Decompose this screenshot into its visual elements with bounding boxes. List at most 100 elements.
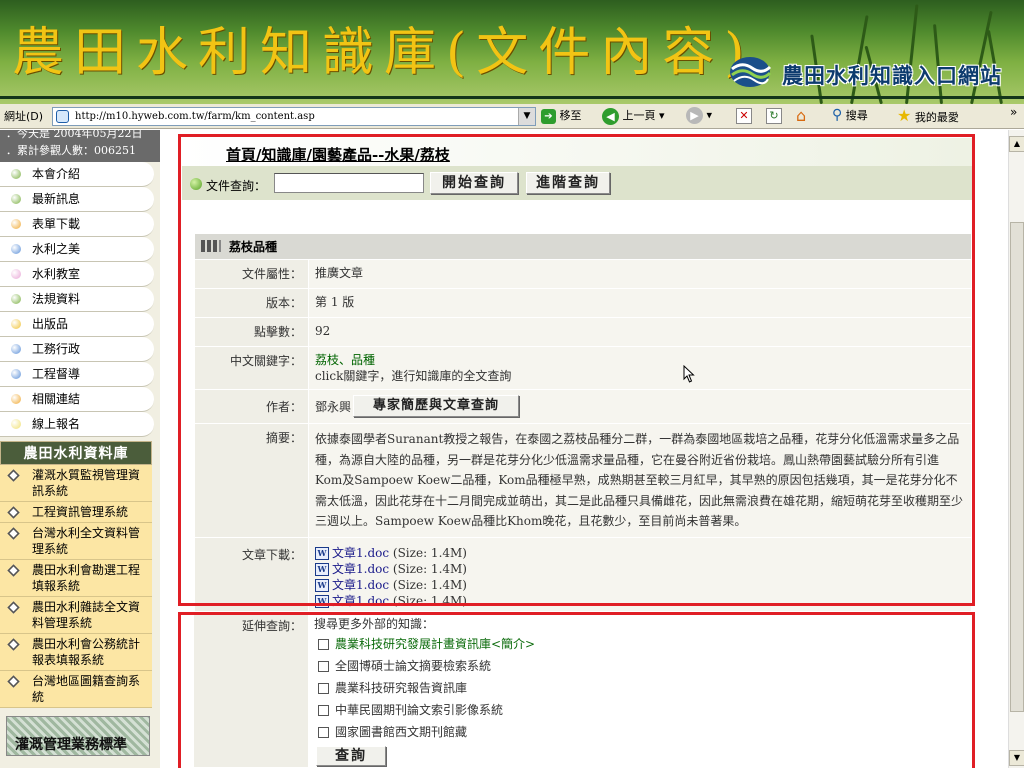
checkbox[interactable] [318,661,329,672]
url-dropdown-icon[interactable]: ▼ [518,108,535,125]
system-link-label: 台灣水利全文資料管理系統 [32,526,141,556]
expert-profile-button[interactable]: 專家簡歷與文章查詢 [353,395,519,417]
system-link-label: 工程資訊管理系統 [32,505,129,519]
download-filename[interactable]: 文章1.doc [332,594,389,608]
start-search-button[interactable]: 開始查詢 [430,172,518,194]
download-item[interactable]: W 文章1.doc (Size: 1.4M) [315,577,965,593]
system-link[interactable]: 灌溉水質監視管理資訊系統 [0,465,152,502]
refresh-icon[interactable]: ↻ [766,108,782,124]
external-source-label: 農業科技研究報告資訊庫 [335,681,468,695]
download-item[interactable]: W 文章1.doc (Size: 1.4M) [315,593,965,609]
download-item[interactable]: W 文章1.doc (Size: 1.4M) [315,561,965,577]
home-icon[interactable]: ⌂ [796,106,806,125]
checkbox[interactable] [318,705,329,716]
sidebar-nav-item[interactable]: 相關連結 [0,387,154,412]
system-link[interactable]: 台灣地區圖籍查詢系統 [0,671,152,708]
external-source-option[interactable]: 農業科技研究報告資訊庫 [314,678,966,700]
scroll-thumb[interactable] [1010,222,1024,712]
sidebar-nav-item[interactable]: 水利之美 [0,237,154,262]
sidebar-nav-item[interactable]: 出版品 [0,312,154,337]
scroll-up-icon[interactable]: ▲ [1009,136,1024,152]
author-cell: 鄧永興 專家簡歷與文章查詢 [308,389,972,424]
favorites-button[interactable]: ★ 我的最愛 [897,106,959,125]
external-source-option[interactable]: 農業科技研究發展計畫資訊庫<簡介> [314,634,966,656]
scroll-down-icon[interactable]: ▼ [1009,750,1024,766]
external-source-option[interactable]: 國家圖書館西文期刊館藏 [314,722,966,744]
sidebar-nav-item[interactable]: 工程督導 [0,362,154,387]
diamond-bullet-icon [7,564,20,577]
diamond-bullet-icon [7,506,20,519]
slide-title: 農田水利知識庫(文件內容) [12,23,755,83]
url-text: http://m10.hyweb.com.tw/farm/km_content.… [75,111,315,122]
search-bullet-icon [190,178,202,190]
sidebar-promo-banner[interactable]: 灌溉管理業務標準 [6,716,150,756]
keyword-links[interactable]: 荔枝、品種 [315,352,965,368]
toolbar-overflow[interactable]: » [1010,105,1017,119]
sidebar-nav-label: 法規資料 [32,292,81,306]
sidebar-nav-label: 最新訊息 [32,192,81,206]
checkbox[interactable] [318,639,329,650]
back-button[interactable]: ◀ 上一頁 ▾ [602,107,665,125]
abstract-text: 依據泰國學者Suranant教授之報告，在泰國之荔枝品種分二群，一群為泰國地區栽… [308,423,972,538]
attr-value: 推廣文章 [308,259,972,289]
nav-bullet-icon [11,344,21,354]
sidebar-nav-label: 線上報名 [32,417,81,431]
page-scrollbar[interactable]: ▲ ▼ [1008,130,1024,768]
document-title: 荔枝品種 [229,240,278,254]
download-size: (Size: 1.4M) [392,545,467,560]
keywords-hint: click關鍵字，進行知識庫的全文查詢 [315,369,512,383]
system-link[interactable]: 農田水利雜誌全文資料管理系統 [0,597,152,634]
checkbox[interactable] [318,727,329,738]
url-field[interactable]: http://m10.hyweb.com.tw/farm/km_content.… [52,107,536,126]
sidebar-nav-item[interactable]: 本會介紹 [0,162,154,187]
breadcrumb[interactable]: 首頁/知識庫/園藝產品--水果/荔枝 [226,144,450,165]
download-filename[interactable]: 文章1.doc [332,546,389,560]
system-link[interactable]: 台灣水利全文資料管理系統 [0,523,152,560]
stop-icon[interactable]: ✕ [736,108,752,124]
sidebar-nav-label: 水利教室 [32,267,81,281]
banner-divider [0,96,1024,99]
external-source-label: 全國博碩士論文摘要檢索系統 [335,659,492,673]
system-links: 灌溉水質監視管理資訊系統工程資訊管理系統台灣水利全文資料管理系統農田水利會勘選工… [0,465,160,708]
sidebar-nav-item[interactable]: 法規資料 [0,287,154,312]
search-button[interactable]: ⚲ 搜尋 [832,107,868,123]
visitor-count: ．累計參觀人數：006251 [6,144,136,157]
download-filename[interactable]: 文章1.doc [332,578,389,592]
download-list: W 文章1.doc (Size: 1.4M) W 文章1.doc (Size: 1.4… [308,536,972,612]
system-link[interactable]: 農田水利會勘選工程填報系統 [0,560,152,597]
document-search-input[interactable] [274,173,424,193]
system-link-label: 農田水利會公務統計報表填報系統 [32,637,141,667]
system-link[interactable]: 工程資訊管理系統 [0,502,152,523]
extended-intro: 搜尋更多外部的知識： [314,617,435,631]
sidebar-nav-item[interactable]: 表單下載 [0,212,154,237]
document-search-bar: 文件查詢： 開始查詢 進階查詢 [182,166,972,200]
external-source-label: 中華民國期刊論文索引影像系統 [335,703,504,717]
external-source-option[interactable]: 中華民國期刊論文索引影像系統 [314,700,966,722]
system-link[interactable]: 農田水利會公務統計報表填報系統 [0,634,152,671]
sidebar-nav-item[interactable]: 工務行政 [0,337,154,362]
back-arrow-icon: ◀ [602,107,619,125]
forward-button[interactable]: ▶ ▾ [686,107,712,124]
external-source-option[interactable]: 全國博碩士論文摘要檢索系統 [314,656,966,678]
download-label: 文章下載： [194,536,309,612]
download-item[interactable]: W 文章1.doc (Size: 1.4M) [315,545,965,561]
sidebar-nav-item[interactable]: 水利教室 [0,262,154,287]
download-filename[interactable]: 文章1.doc [332,562,389,576]
sidebar-nav-item[interactable]: 最新訊息 [0,187,154,212]
nav-bullet-icon [11,244,21,254]
download-size: (Size: 1.4M) [392,593,467,608]
go-button[interactable]: ➔ 移至 [541,107,582,124]
abstract-label: 摘要： [194,423,309,538]
external-sources: 農業科技研究發展計畫資訊庫<簡介> 全國博碩士論文摘要檢索系統 農業科技研究報告資訊… [314,634,966,744]
sidebar-nav-item[interactable]: 線上報名 [0,412,154,437]
query-button[interactable]: 查詢 [316,746,386,766]
nav-bullet-icon [11,369,21,379]
download-size: (Size: 1.4M) [392,577,467,592]
checkbox[interactable] [318,683,329,694]
advanced-search-button[interactable]: 進階查詢 [526,172,610,194]
extended-search-table: 延伸查詢： 搜尋更多外部的知識： 農業科技研究發展計畫資訊庫<簡介> 全國博碩士論… [194,612,972,767]
nav-bullet-icon [11,269,21,279]
system-link-label: 台灣地區圖籍查詢系統 [32,674,141,704]
sidebar-nav: 本會介紹最新訊息表單下載 水利之美水利教室法規資料出版品 工務行政 工程督導 相關連結線… [0,162,160,437]
diamond-bullet-icon [7,601,20,614]
